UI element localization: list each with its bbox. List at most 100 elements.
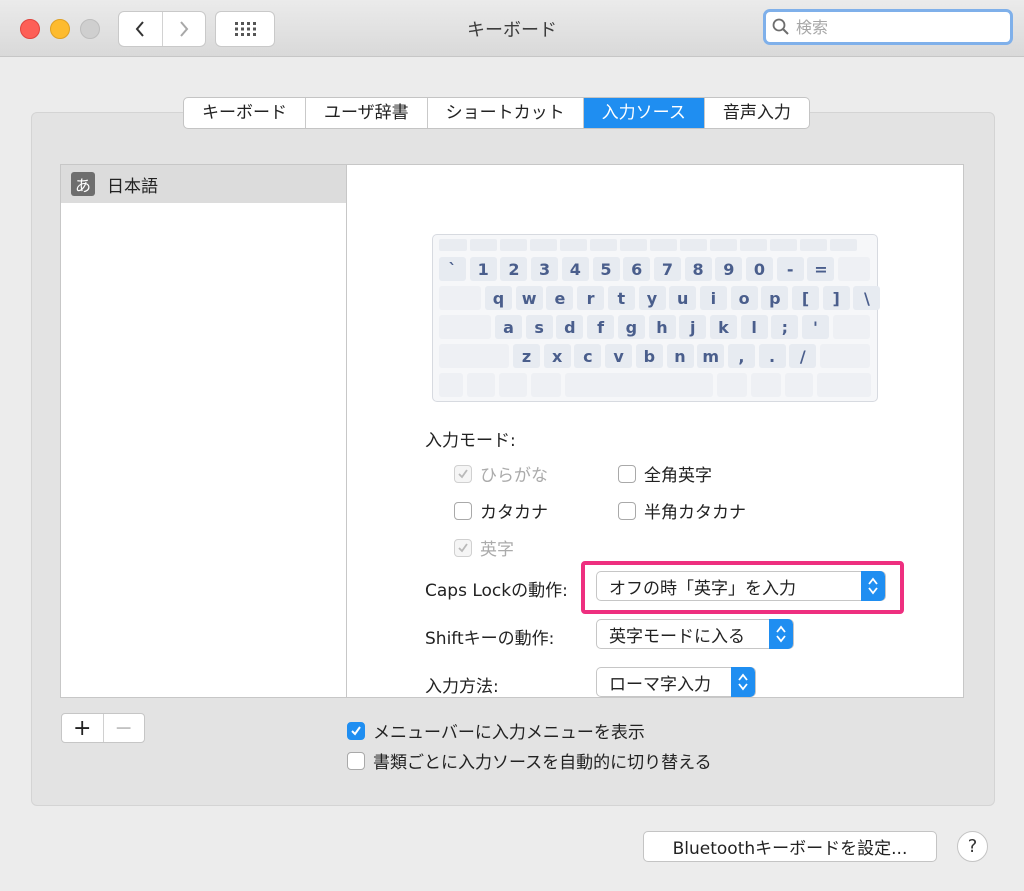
eiji-label: 英字 bbox=[480, 540, 514, 560]
keyboard-key: 3 bbox=[531, 257, 559, 281]
keyboard-key: [ bbox=[792, 286, 819, 310]
keyboard-key: t bbox=[607, 286, 635, 310]
input-method-popup[interactable]: ローマ字入力 bbox=[596, 667, 756, 697]
katakana-label: カタカナ bbox=[480, 503, 548, 523]
tab-bar: キーボード ユーザ辞書 ショートカット 入力ソース 音声入力 bbox=[183, 97, 810, 129]
keyboard-key: = bbox=[807, 257, 835, 281]
checkbox-box bbox=[454, 538, 472, 557]
function-key bbox=[830, 239, 857, 251]
tab-input-sources[interactable]: 入力ソース bbox=[582, 98, 704, 128]
keyboard-key: p bbox=[761, 286, 789, 310]
zenkaku-eiji-checkbox[interactable]: 全角英字 bbox=[618, 461, 712, 486]
keyboard-key: o bbox=[730, 286, 758, 310]
keyboard-key: f bbox=[587, 315, 615, 339]
keyboard-key: g bbox=[617, 315, 645, 339]
modifier-key bbox=[439, 344, 509, 368]
hiragana-checkbox: ひらがな bbox=[454, 461, 548, 486]
keyboard-key: 0 bbox=[746, 257, 773, 281]
list-add-remove-control: + − bbox=[61, 713, 145, 743]
katakana-checkbox[interactable]: カタカナ bbox=[454, 498, 548, 523]
modifier-key bbox=[832, 315, 870, 339]
keyboard-key: b bbox=[635, 344, 663, 368]
tab-keyboard[interactable]: キーボード bbox=[184, 98, 305, 128]
keyboard-key: / bbox=[789, 344, 817, 368]
auto-switch-checkbox[interactable]: 書類ごとに入力ソースを自動的に切り替える bbox=[347, 748, 712, 773]
source-item-japanese[interactable]: あ 日本語 bbox=[61, 165, 346, 203]
function-key bbox=[620, 239, 647, 251]
up-down-arrows-icon bbox=[776, 625, 786, 643]
function-key bbox=[740, 239, 767, 251]
input-method-stepper[interactable] bbox=[731, 667, 755, 697]
source-item-label: 日本語 bbox=[107, 176, 158, 197]
keyboard-key: h bbox=[648, 315, 676, 339]
keyboard-key: i bbox=[699, 286, 727, 310]
add-source-button[interactable]: + bbox=[62, 714, 103, 742]
keyboard-key: 6 bbox=[623, 257, 651, 281]
search-field[interactable] bbox=[763, 9, 1013, 45]
function-key bbox=[530, 239, 557, 251]
checkbox-box[interactable] bbox=[454, 501, 472, 520]
setup-bluetooth-keyboard-button[interactable]: Bluetoothキーボードを設定... bbox=[643, 831, 937, 862]
help-button[interactable]: ? bbox=[957, 831, 988, 862]
keyboard-key: v bbox=[605, 344, 633, 368]
show-input-menu-checkbox[interactable]: メニューバーに入力メニューを表示 bbox=[347, 718, 645, 743]
function-key bbox=[710, 239, 737, 251]
remove-source-button[interactable]: − bbox=[102, 714, 145, 742]
function-key bbox=[470, 239, 497, 251]
input-mode-label: 入力モード: bbox=[425, 431, 516, 451]
keyboard-key: e bbox=[546, 286, 574, 310]
keyboard-key: 1 bbox=[469, 257, 497, 281]
shift-stepper[interactable] bbox=[769, 619, 793, 649]
keyboard-key: n bbox=[666, 344, 694, 368]
keyboard-key: ` bbox=[439, 257, 466, 281]
keyboard-key: 4 bbox=[561, 257, 589, 281]
keyboard-key: - bbox=[776, 257, 804, 281]
zenkaku-eiji-label: 全角英字 bbox=[644, 466, 712, 486]
function-key bbox=[650, 239, 677, 251]
keyboard-key: ' bbox=[802, 315, 829, 339]
keyboard-key: z bbox=[513, 344, 540, 368]
shift-popup[interactable]: 英字モードに入る bbox=[596, 619, 794, 649]
keyboard-key: d bbox=[556, 315, 584, 339]
checkbox-box[interactable] bbox=[347, 751, 365, 770]
checkbox-box[interactable] bbox=[347, 721, 365, 740]
keyboard-key: , bbox=[727, 344, 755, 368]
keyboard-key: m bbox=[697, 344, 725, 368]
bottom-row-key bbox=[785, 373, 813, 397]
function-key bbox=[770, 239, 797, 251]
keyboard-preferences-window: キーボード キーボード ユーザ辞書 ショートカット 入力ソース 音声入力 あ 日… bbox=[0, 0, 1024, 891]
search-input[interactable] bbox=[794, 16, 998, 38]
checkbox-box[interactable] bbox=[618, 501, 636, 520]
title-bar: キーボード bbox=[0, 0, 1024, 57]
bottom-row-key bbox=[467, 373, 495, 397]
keyboard-key: \ bbox=[853, 286, 881, 310]
keyboard-key: 2 bbox=[500, 257, 528, 281]
keyboard-layout-preview: ` 1 2 3 4 5 6 7 8 9 0- = q w e r t y u i o p[] \ a s d f g h j k l; ' z x c… bbox=[432, 234, 881, 402]
keyboard-key: r bbox=[577, 286, 605, 310]
keyboard-key: 5 bbox=[592, 257, 620, 281]
bottom-row-key bbox=[531, 373, 561, 397]
checkmark-icon bbox=[458, 468, 468, 478]
input-method-value: ローマ字入力 bbox=[609, 674, 711, 695]
bottom-row-key bbox=[751, 373, 781, 397]
tab-dictation[interactable]: 音声入力 bbox=[703, 98, 809, 128]
eiji-checkbox: 英字 bbox=[454, 535, 514, 560]
checkmark-icon bbox=[458, 542, 468, 552]
function-key bbox=[439, 239, 467, 251]
function-key bbox=[590, 239, 617, 251]
checkbox-box[interactable] bbox=[618, 464, 636, 483]
bottom-row-key bbox=[439, 373, 463, 397]
hankaku-katakana-checkbox[interactable]: 半角カタカナ bbox=[618, 498, 746, 523]
keyboard-key: s bbox=[525, 315, 553, 339]
hankaku-katakana-label: 半角カタカナ bbox=[644, 503, 746, 523]
function-key bbox=[800, 239, 827, 251]
function-key bbox=[500, 239, 527, 251]
modifier-key bbox=[439, 315, 491, 339]
input-method-label: 入力方法: bbox=[425, 677, 499, 697]
keyboard-key: 9 bbox=[715, 257, 743, 281]
keyboard-key: l bbox=[740, 315, 768, 339]
tab-user-dictionary[interactable]: ユーザ辞書 bbox=[305, 98, 427, 128]
keyboard-key: ] bbox=[822, 286, 850, 310]
bottom-row-key bbox=[565, 373, 713, 397]
tab-shortcuts[interactable]: ショートカット bbox=[426, 98, 583, 128]
